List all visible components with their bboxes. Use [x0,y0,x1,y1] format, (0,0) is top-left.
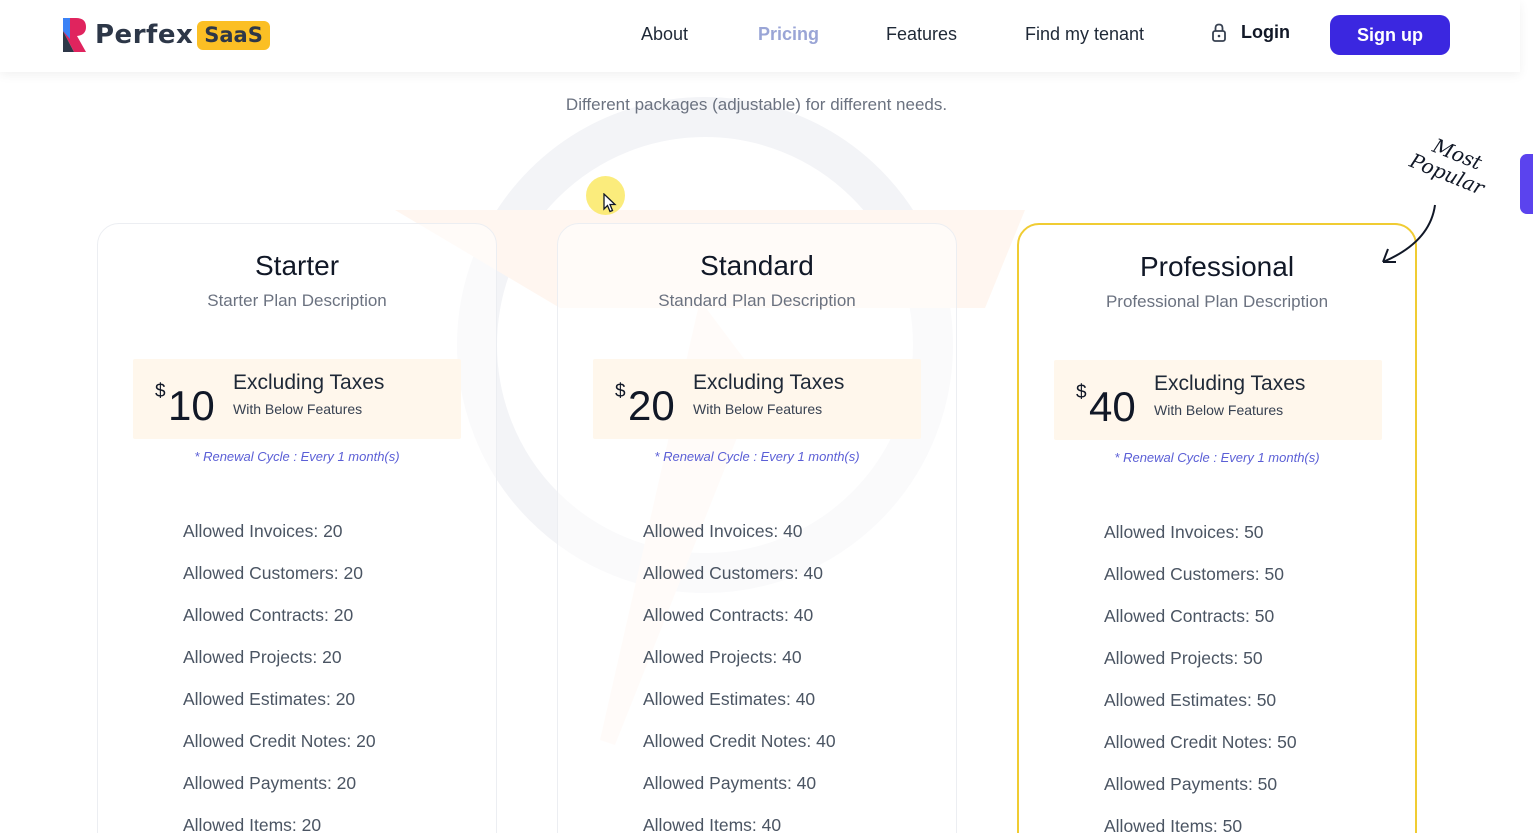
scroll-indicator[interactable] [1520,154,1533,214]
feature-item: Allowed Projects: 20 [183,646,376,688]
plan-name: Professional [1019,251,1415,283]
feature-item: Allowed Payments: 40 [643,772,836,814]
feature-item: Allowed Contracts: 50 [1104,605,1297,647]
feature-item: Allowed Projects: 40 [643,646,836,688]
feature-item: Allowed Credit Notes: 40 [643,730,836,772]
nav-about[interactable]: About [641,24,688,45]
mouse-pointer-icon [603,193,617,213]
renewal-cycle: * Renewal Cycle : Every 1 month(s) [1019,450,1415,465]
feature-item: Allowed Estimates: 20 [183,688,376,730]
price-subtitle: With Below Features [233,401,362,417]
logo-text: Perfex [95,20,193,50]
feature-item: Allowed Projects: 50 [1104,647,1297,689]
price-title: Excluding Taxes [693,371,844,395]
plan-name: Standard [558,250,956,282]
feature-item: Allowed Customers: 50 [1104,563,1297,605]
feature-item: Allowed Credit Notes: 20 [183,730,376,772]
price-currency: $ [1076,382,1087,404]
feature-item: Allowed Invoices: 50 [1104,521,1297,563]
feature-item: Allowed Customers: 40 [643,562,836,604]
brand-logo[interactable]: Perfex SaaS [62,17,270,53]
price-subtitle: With Below Features [693,401,822,417]
feature-item: Allowed Credit Notes: 50 [1104,731,1297,773]
feature-item: Allowed Contracts: 20 [183,604,376,646]
price-title: Excluding Taxes [1154,372,1305,396]
nav-pricing[interactable]: Pricing [758,24,819,45]
feature-item: Allowed Contracts: 40 [643,604,836,646]
price-currency: $ [155,381,166,403]
feature-item: Allowed Items: 50 [1104,815,1297,833]
feature-item: Allowed Estimates: 40 [643,688,836,730]
renewal-cycle: * Renewal Cycle : Every 1 month(s) [558,449,956,464]
plan-card-professional: Professional Professional Plan Descripti… [1017,223,1417,833]
signup-button[interactable]: Sign up [1330,15,1450,55]
feature-list: Allowed Invoices: 20 Allowed Customers: … [183,520,376,833]
login-link[interactable]: Login [1211,22,1290,43]
feature-item: Allowed Customers: 20 [183,562,376,604]
plan-description: Standard Plan Description [558,291,956,311]
login-label: Login [1241,22,1290,43]
feature-list: Allowed Invoices: 50 Allowed Customers: … [1104,521,1297,833]
logo-badge: SaaS [197,21,270,50]
nav-find-my-tenant[interactable]: Find my tenant [1025,24,1144,45]
feature-item: Allowed Estimates: 50 [1104,689,1297,731]
feature-item: Allowed Payments: 50 [1104,773,1297,815]
feature-item: Allowed Items: 20 [183,814,376,833]
plan-card-standard: Standard Standard Plan Description $ 20 … [557,223,957,833]
price-amount: 10 [168,382,215,430]
lock-icon [1211,23,1227,42]
feature-item: Allowed Items: 40 [643,814,836,833]
plan-description: Starter Plan Description [98,291,496,311]
site-header: Perfex SaaS About Pricing Features Find … [0,0,1520,72]
price-box: $ 40 Excluding Taxes With Below Features [1054,360,1382,440]
curved-arrow-icon [1378,202,1438,267]
plan-description: Professional Plan Description [1019,292,1415,312]
nav-features[interactable]: Features [886,24,957,45]
price-amount: 40 [1089,383,1136,431]
price-box: $ 20 Excluding Taxes With Below Features [593,359,921,439]
price-currency: $ [615,381,626,403]
logo-mark-icon [62,17,88,53]
pricing-subtitle: Different packages (adjustable) for diff… [0,95,1513,115]
feature-list: Allowed Invoices: 40 Allowed Customers: … [643,520,836,833]
price-box: $ 10 Excluding Taxes With Below Features [133,359,461,439]
feature-item: Allowed Invoices: 40 [643,520,836,562]
plan-card-starter: Starter Starter Plan Description $ 10 Ex… [97,223,497,833]
price-subtitle: With Below Features [1154,402,1283,418]
price-amount: 20 [628,382,675,430]
feature-item: Allowed Payments: 20 [183,772,376,814]
price-title: Excluding Taxes [233,371,384,395]
feature-item: Allowed Invoices: 20 [183,520,376,562]
renewal-cycle: * Renewal Cycle : Every 1 month(s) [98,449,496,464]
plan-name: Starter [98,250,496,282]
